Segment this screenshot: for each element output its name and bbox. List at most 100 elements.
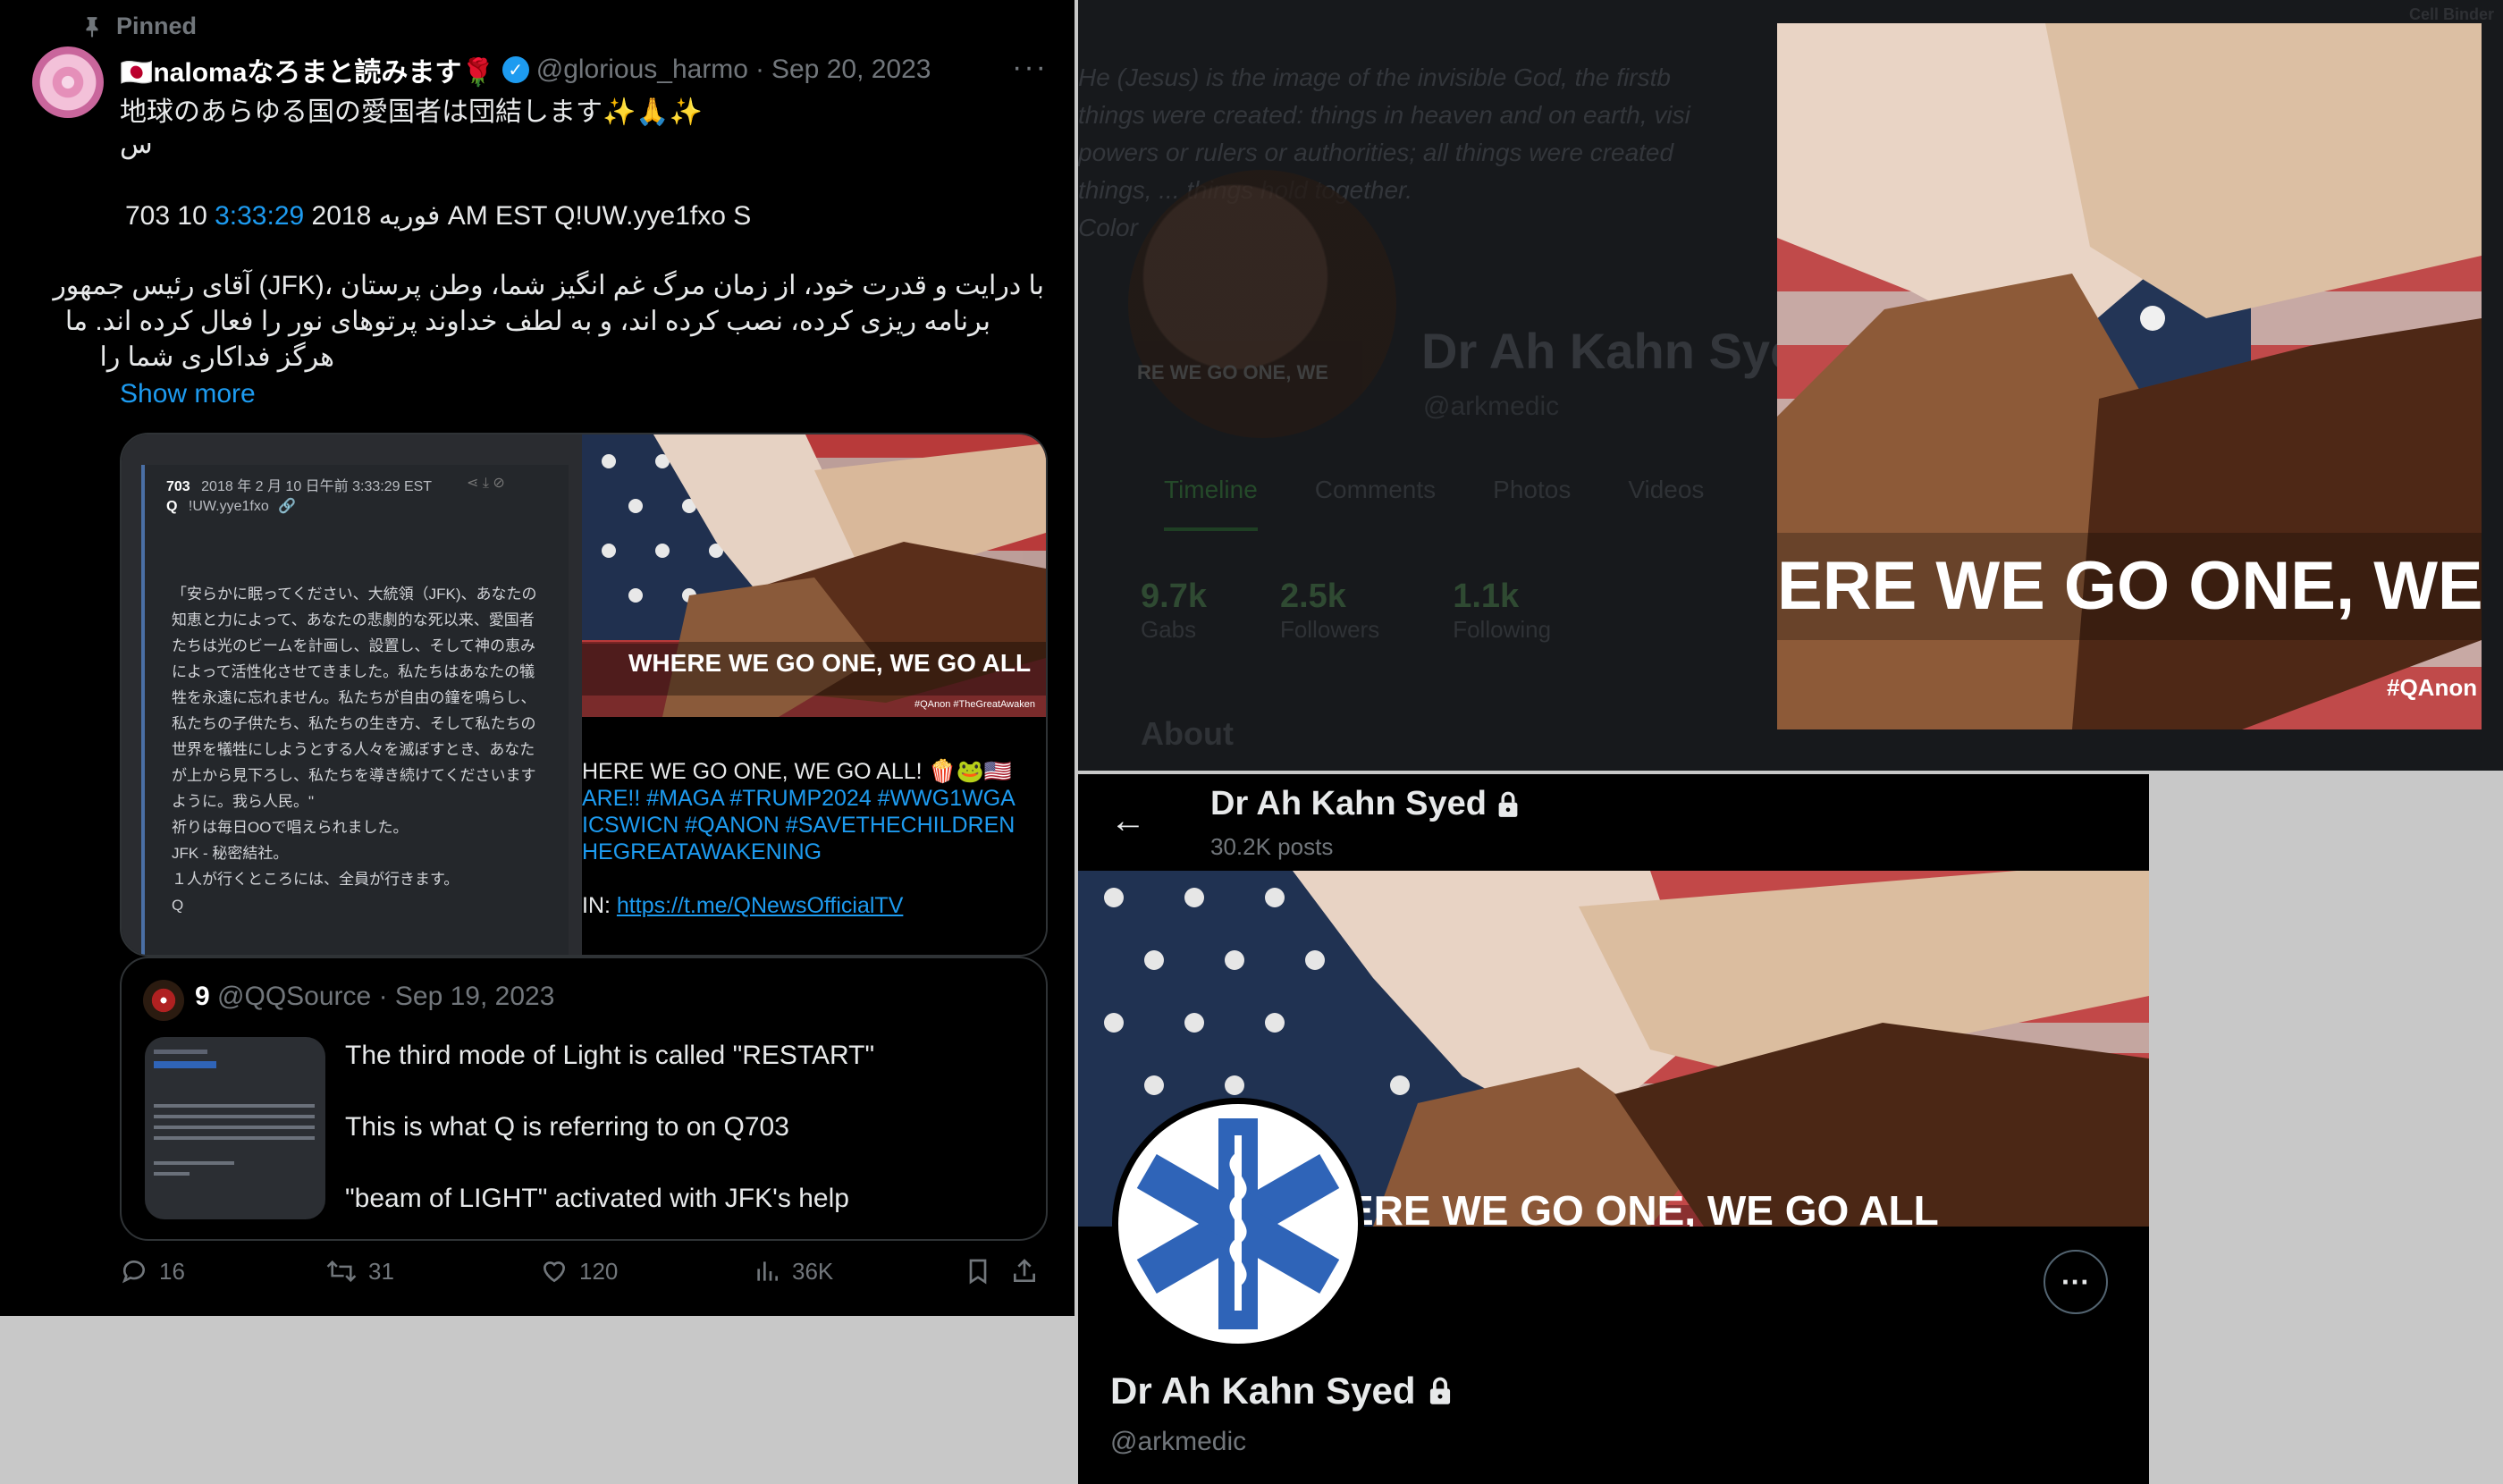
pinned-label: Pinned — [116, 13, 198, 39]
date-separator: · — [754, 55, 764, 84]
reply-count: 16 — [159, 1257, 185, 1285]
gab-stat-gabs[interactable]: 9.7k Gabs — [1141, 578, 1207, 644]
author-handle[interactable]: @glorious_harmo — [536, 55, 748, 85]
more-icon: ··· — [2061, 1265, 2090, 1298]
like-count: 120 — [579, 1257, 619, 1285]
qdrop-line: 私たちの子供たち、私たちの生き方、そして私たちの — [172, 715, 536, 732]
verse-line: things, ... things hold together. — [1078, 176, 1413, 204]
telegram-link[interactable]: https://t.me/QNewsOfficialTV — [617, 893, 903, 918]
persian-line-1: با درایت و قدرت خود، از زمان مرگ غم انگی… — [53, 271, 1044, 300]
analytics-icon — [757, 1261, 778, 1281]
reply-icon — [122, 1261, 145, 1284]
caption-line: HERE WE GO ONE, WE GO ALL! 🍿🐸🇺🇸 — [582, 759, 1012, 784]
show-more-link[interactable]: Show more — [120, 379, 256, 409]
gab-about-heading: About — [1141, 715, 1234, 752]
qdrop-line: たちは光のビームを計画し、設置し、そして神の恵み — [172, 637, 535, 654]
hands-flag-large-graphic: ERE WE GO ONE, WE G #QAnon — [1777, 23, 2482, 729]
author-avatar[interactable] — [32, 46, 104, 118]
gab-tab-comments[interactable]: Comments — [1315, 476, 1436, 531]
lock-icon — [1429, 1377, 1450, 1404]
qdrop-line: １人が行くところには、全員が行きます。 — [172, 871, 459, 888]
qdrop-line: 牲を永遠に忘れません。私たちが自由の鐘を鳴らし、 — [172, 689, 536, 706]
gab-stat-followers[interactable]: 2.5k Followers — [1280, 578, 1379, 644]
gab-stat-following[interactable]: 1.1k Following — [1453, 578, 1551, 644]
quoted-date-separator: · — [378, 982, 388, 1011]
verse-line: powers or rulers or authorities; all thi… — [1078, 139, 1674, 166]
pin-icon — [86, 16, 98, 38]
share-button[interactable] — [1010, 1257, 1039, 1286]
profile-avatar[interactable] — [1112, 1098, 1364, 1350]
qdrop-line: 知恵と力によって、あなたの悲劇的な死以来、愛国者 — [172, 611, 535, 628]
gab-handle: @arkmedic — [1423, 392, 1560, 421]
qdrop-trip: !UW.yye1fxo — [188, 499, 269, 514]
repost-button[interactable]: 31 — [325, 1257, 394, 1286]
caption-line: ICSWICN #QANON #SAVETHECHILDREN — [582, 813, 1016, 838]
image-banner-text: WHERE WE GO ONE, WE GO ALL — [628, 649, 1031, 677]
gab-display-name: Dr Ah Kahn Sye — [1421, 323, 1799, 379]
gab-stat-label: Following — [1453, 616, 1552, 643]
quoted-line-1: The third mode of Light is called "RESTA… — [345, 1041, 875, 1070]
qdrop-author: Q — [166, 499, 178, 514]
quoted-date: Sep 19, 2023 — [394, 982, 555, 1011]
more-options-icon[interactable]: ··· — [1012, 50, 1048, 85]
qdrop-line: JFK - 秘密結社。 — [172, 845, 289, 862]
verse-line: He (Jesus) is the image of the invisible… — [1078, 63, 1671, 91]
thumb-line — [154, 1061, 216, 1068]
tweet-line-1: 地球のあらゆる国の愛国者は団結します✨🙏✨ — [120, 97, 704, 127]
back-arrow-icon[interactable]: ← — [1110, 801, 1146, 841]
qdrop-tools-icons: ⋖ ⤓ ⊘ — [467, 476, 505, 491]
meme-image-with-caption[interactable]: WHERE WE GO ONE, WE GO ALL #QAnon #TheGr… — [582, 434, 1046, 955]
caption-line: ARE!! #MAGA #TRUMP2024 #WWG1WGA — [582, 786, 1016, 811]
thumb-line — [154, 1126, 315, 1129]
author-name[interactable]: 🇯🇵nalomaなろまと読みます🌹 — [120, 50, 495, 89]
thumb-line — [154, 1136, 315, 1140]
profile-more-options-button[interactable]: ··· — [2044, 1250, 2108, 1314]
qdrop-line: 世界を犠牲にしようとする人々を滅ぼすとき、あなた — [172, 741, 535, 758]
gab-tab-photos[interactable]: Photos — [1493, 476, 1571, 531]
pinned-tweet-screenshot: Pinned 🇯🇵nalomaなろまと読みます🌹 ✓ @glorious_har… — [0, 0, 1075, 1316]
timestamp-link[interactable]: 3:33:29 — [215, 201, 304, 231]
gab-stat-num: 1.1k — [1453, 578, 1520, 615]
x-profile-screenshot: ← Dr Ah Kahn Syed 30.2K posts ERE WE GO … — [1078, 774, 2149, 1484]
qdrop-line: 「安らかに眠ってください、大統領（JFK)、あなたの — [172, 586, 537, 603]
qdrop-line: 祈りは毎日OOで唱えられました。 — [172, 819, 409, 836]
gab-tab-videos[interactable]: Videos — [1628, 476, 1704, 531]
gab-stat-num: 9.7k — [1141, 578, 1207, 615]
profile-handle: @arkmedic — [1110, 1427, 1247, 1456]
image-caption: HERE WE GO ONE, WE GO ALL! 🍿🐸🇺🇸 ARE!! #M… — [582, 758, 1016, 919]
qdrop-line: Q — [172, 897, 184, 914]
qdrop-card: 703 2018 年 2 月 10 日午前 3:33:29 EST ⋖ ⤓ ⊘ … — [141, 465, 569, 955]
quoted-line-2: This is what Q is referring to on Q703 — [345, 1112, 789, 1142]
qdrop-timestamp: 2018 年 2 月 10 日午前 3:33:29 EST — [201, 479, 433, 494]
tweet-media-grid[interactable]: 703 2018 年 2 月 10 日午前 3:33:29 EST ⋖ ⤓ ⊘ … — [120, 433, 1048, 957]
banner-partial-text: ERE WE GO ONE, WE GO ALL — [1346, 1187, 1939, 1227]
overlay-watermark: #QAnon — [2387, 674, 2477, 701]
thumbnail-text-lines — [154, 1050, 315, 1176]
thumb-line — [154, 1050, 207, 1054]
tweet-line-3-post: 2018 فوریه AM EST Q!UW.yye1fxo S — [304, 201, 752, 231]
reply-button[interactable]: 16 — [120, 1257, 185, 1286]
bookmark-button[interactable] — [964, 1257, 992, 1286]
gab-tab-timeline[interactable]: Timeline — [1164, 476, 1258, 531]
quoted-header: 9 @QQSource · Sep 19, 2023 — [195, 982, 554, 1012]
view-count: 36K — [792, 1257, 834, 1285]
thumb-line — [154, 1172, 190, 1176]
persian-line-3: هرگز فداکاری شما را — [99, 342, 334, 372]
quoted-tweet[interactable]: 9 @QQSource · Sep 19, 2023 The third mod… — [120, 957, 1048, 1241]
bookmark-icon — [969, 1259, 987, 1285]
heart-icon — [543, 1261, 566, 1283]
gab-avatar: RE WE GO ONE, WE — [1128, 170, 1396, 438]
qdrop-screenshot-image[interactable]: 703 2018 年 2 月 10 日午前 3:33:29 EST ⋖ ⤓ ⊘ … — [122, 434, 582, 955]
views-button[interactable]: 36K — [753, 1257, 833, 1286]
link-icon: 🔗 — [278, 499, 297, 514]
qdrop-body: 「安らかに眠ってください、大統領（JFK)、あなたの 知恵と力によって、あなたの… — [172, 581, 547, 918]
image-watermark: #QAnon #TheGreatAwaken — [914, 699, 1035, 710]
gab-stat-label: Gabs — [1141, 616, 1197, 643]
tweet-date[interactable]: Sep 20, 2023 — [771, 55, 931, 85]
share-icon — [1014, 1259, 1035, 1282]
gab-avatar-text: RE WE GO ONE, WE — [1137, 361, 1328, 384]
caption-join-line: IN: https://t.me/QNewsOfficialTV — [582, 892, 1016, 919]
avatar-enlarged-image: ERE WE GO ONE, WE G #QAnon — [1777, 23, 2482, 729]
qdrop-line: ように。我ら人民。" — [172, 793, 315, 810]
like-button[interactable]: 120 — [540, 1257, 618, 1286]
